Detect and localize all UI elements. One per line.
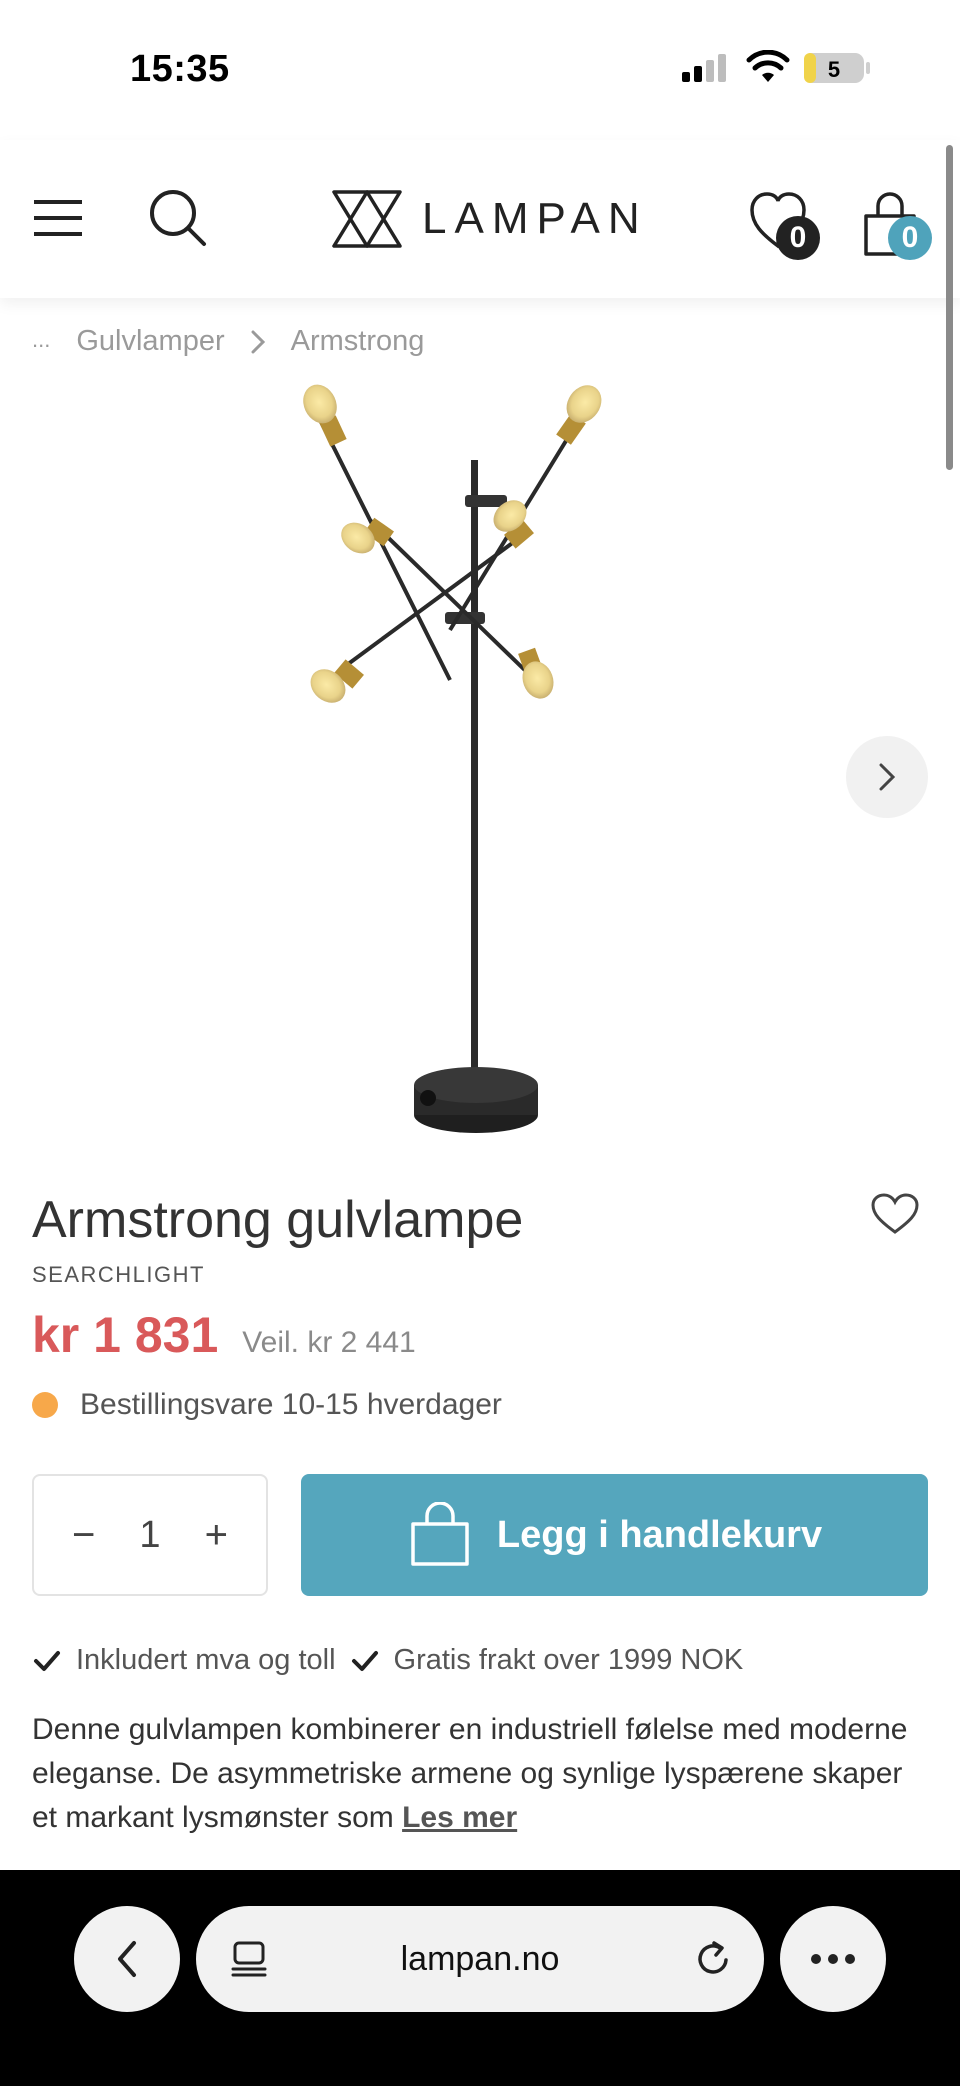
status-bar: 15:35 5	[0, 0, 960, 140]
more-dots-icon	[811, 1954, 855, 1964]
logo-text: LAMPAN	[422, 194, 648, 243]
page-scrollbar[interactable]	[946, 145, 953, 470]
search-icon[interactable]	[148, 188, 208, 248]
usp-item: Inkludert mva og toll	[32, 1644, 336, 1677]
browser-toolbar: lampan.no	[0, 1870, 960, 2086]
shopping-bag-icon	[411, 1502, 469, 1566]
breadcrumb-item-armstrong: Armstrong	[290, 325, 425, 357]
wishlist-count-badge: 0	[776, 216, 820, 260]
add-to-cart-label: Legg i handlekurv	[496, 1513, 823, 1556]
product-brand[interactable]: SEARCHLIGHT	[32, 1262, 205, 1288]
image-next-button[interactable]	[846, 736, 928, 818]
battery-icon: 5	[804, 53, 870, 83]
cellular-signal-icon	[682, 54, 726, 82]
usp-text: Inkludert mva og toll	[76, 1644, 336, 1676]
battery-level: 5	[828, 57, 840, 82]
chevron-right-icon	[879, 763, 896, 791]
status-time: 15:35	[130, 48, 230, 90]
add-to-cart-button[interactable]: Legg i handlekurv	[301, 1474, 928, 1596]
stock-status-dot	[32, 1392, 58, 1418]
usp-text: Gratis frakt over 1999 NOK	[393, 1644, 744, 1676]
site-header: LAMPAN	[0, 140, 960, 298]
quantity-increase-button[interactable]: +	[205, 1515, 228, 1555]
url-text: lampan.no	[400, 1939, 560, 1978]
browser-back-button[interactable]	[74, 1906, 180, 2012]
product-price: kr 1 831	[32, 1307, 219, 1363]
quantity-stepper: − 1 +	[32, 1474, 268, 1596]
logo-mark-icon	[332, 190, 402, 248]
menu-icon[interactable]	[34, 196, 82, 240]
stock-status: Bestillingsvare 10-15 hverdager	[32, 1388, 502, 1422]
stock-status-text: Bestillingsvare 10-15 hverdager	[80, 1388, 502, 1421]
reload-icon[interactable]	[692, 1938, 734, 1980]
wifi-icon	[746, 50, 790, 82]
heart-icon[interactable]	[870, 1192, 920, 1236]
check-icon	[34, 1650, 60, 1671]
breadcrumb: ... Gulvlamper Armstrong	[32, 325, 424, 358]
quantity-decrease-button[interactable]: −	[72, 1515, 95, 1555]
product-description: Denne gulvlampen kombinerer en industrie…	[32, 1708, 912, 1840]
address-bar[interactable]: lampan.no	[196, 1906, 764, 2012]
usp-row: Inkludert mva og toll Gratis frakt over …	[32, 1644, 757, 1677]
recommended-price: Veil. kr 2 441	[242, 1326, 416, 1359]
site-logo[interactable]: LAMPAN	[330, 184, 648, 254]
check-icon	[351, 1650, 378, 1671]
chevron-left-icon	[118, 1941, 136, 1977]
product-title: Armstrong gulvlampe	[32, 1191, 524, 1249]
browser-more-button[interactable]	[780, 1906, 886, 2012]
read-more-link[interactable]: Les mer	[402, 1801, 517, 1834]
quantity-value[interactable]: 1	[139, 1514, 160, 1557]
product-image[interactable]	[300, 380, 630, 1160]
price-row: kr 1 831 Veil. kr 2 441	[32, 1306, 416, 1364]
chevron-right-icon	[251, 330, 265, 353]
cart-count-badge: 0	[888, 216, 932, 260]
breadcrumb-item-gulvlamper[interactable]: Gulvlamper	[76, 325, 224, 358]
breadcrumb-ellipsis[interactable]: ...	[32, 327, 50, 353]
usp-item: Gratis frakt over 1999 NOK	[350, 1644, 744, 1677]
